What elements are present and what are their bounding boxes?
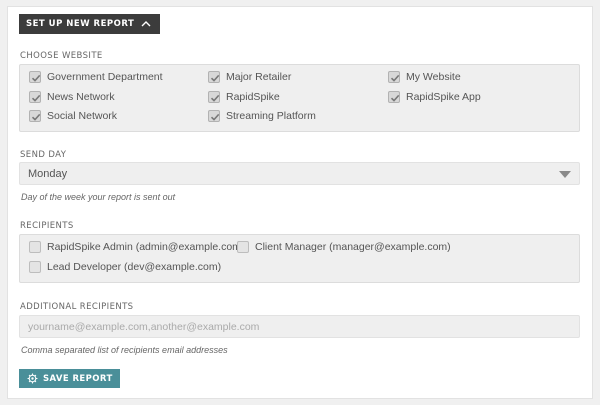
option-label: Major Retailer <box>226 71 292 83</box>
website-option-streaming-platform[interactable]: Streaming Platform <box>208 110 316 122</box>
checkbox[interactable] <box>208 71 220 83</box>
send-day-help: Day of the week your report is sent out <box>21 192 176 202</box>
save-report-button[interactable]: SAVE REPORT <box>19 369 120 388</box>
additional-recipients-input[interactable] <box>19 315 580 338</box>
option-label: RapidSpike Admin (admin@example.com) <box>47 241 245 253</box>
website-option-government-department[interactable]: Government Department <box>29 71 163 83</box>
send-day-select[interactable]: Monday <box>19 162 580 185</box>
additional-recipients-label: ADDITIONAL RECIPIENTS <box>20 302 134 312</box>
additional-recipients-help: Comma separated list of recipients email… <box>21 345 228 355</box>
check-icon <box>390 74 400 82</box>
option-label: News Network <box>47 91 115 103</box>
website-option-social-network[interactable]: Social Network <box>29 110 117 122</box>
check-icon <box>31 74 41 82</box>
caret-down-icon <box>559 171 571 178</box>
gear-icon <box>27 373 38 384</box>
checkbox[interactable] <box>388 91 400 103</box>
check-icon <box>210 113 220 121</box>
send-day-value: Monday <box>28 167 68 180</box>
website-option-rapidspike-app[interactable]: RapidSpike App <box>388 91 481 103</box>
checkbox[interactable] <box>208 91 220 103</box>
checkbox[interactable] <box>29 110 41 122</box>
option-label: Social Network <box>47 110 118 122</box>
website-option-rapidspike[interactable]: RapidSpike <box>208 91 280 103</box>
recipient-option-lead-developer[interactable]: Lead Developer (dev@example.com) <box>29 261 221 273</box>
setup-label: SET UP NEW REPORT <box>26 19 135 29</box>
save-label: SAVE REPORT <box>43 373 113 384</box>
option-label: RapidSpike App <box>406 91 481 103</box>
option-label: Government Department <box>47 71 163 83</box>
checkbox[interactable] <box>388 71 400 83</box>
checkbox[interactable] <box>29 91 41 103</box>
recipients-label: RECIPIENTS <box>20 221 74 231</box>
option-label: RapidSpike <box>226 91 280 103</box>
option-label: Lead Developer (dev@example.com) <box>47 261 222 273</box>
send-day-label: SEND DAY <box>20 150 67 160</box>
check-icon <box>31 94 41 102</box>
checkbox[interactable] <box>208 110 220 122</box>
option-label: Client Manager (manager@example.com) <box>255 241 451 253</box>
checkbox[interactable] <box>29 71 41 83</box>
check-icon <box>210 74 220 82</box>
choose-website-label: CHOOSE WEBSITE <box>20 51 103 61</box>
website-option-my-website[interactable]: My Website <box>388 71 461 83</box>
recipient-option-client-manager[interactable]: Client Manager (manager@example.com) <box>237 241 451 253</box>
setup-new-report-button[interactable]: SET UP NEW REPORT <box>19 14 161 34</box>
website-option-major-retailer[interactable]: Major Retailer <box>208 71 291 83</box>
recipient-option-rapidspike-admin[interactable]: RapidSpike Admin (admin@example.com) <box>29 241 244 253</box>
check-icon <box>31 113 41 121</box>
checkbox[interactable] <box>29 261 41 273</box>
checkbox[interactable] <box>237 241 249 253</box>
option-label: My Website <box>406 71 461 83</box>
chevron-up-icon <box>140 18 152 30</box>
check-icon <box>390 94 400 102</box>
option-label: Streaming Platform <box>226 110 316 122</box>
check-icon <box>210 94 220 102</box>
website-option-news-network[interactable]: News Network <box>29 91 115 103</box>
checkbox[interactable] <box>29 241 41 253</box>
